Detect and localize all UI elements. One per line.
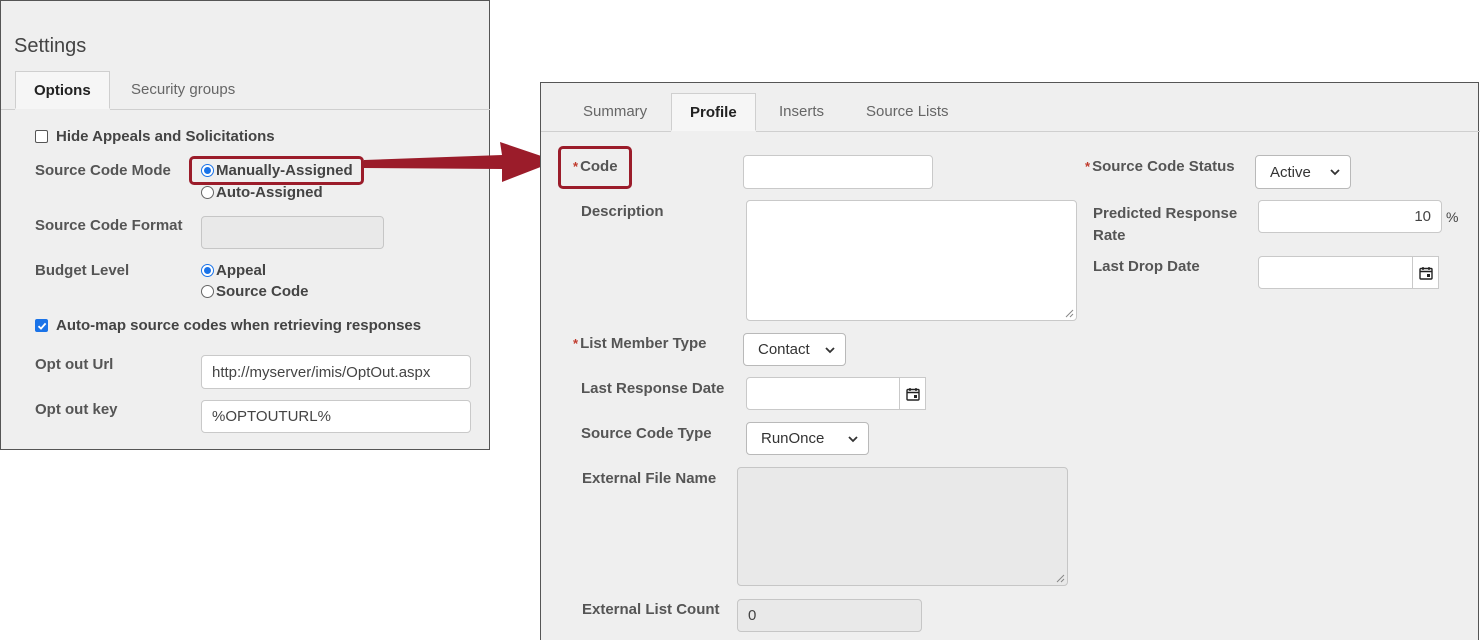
source-code-mode-label: Source Code Mode <box>35 162 171 179</box>
settings-title: Settings <box>14 35 87 57</box>
source-code-format-input[interactable] <box>201 216 384 249</box>
radio-appeal[interactable]: Appeal <box>201 262 266 279</box>
tab-inserts[interactable]: Inserts <box>761 93 842 131</box>
radio-auto-assigned-dot[interactable] <box>201 186 214 199</box>
radio-manually-assigned-label: Manually-Assigned <box>216 162 353 179</box>
radio-source-code-dot[interactable] <box>201 285 214 298</box>
resize-grip-icon[interactable] <box>1056 574 1065 583</box>
radio-source-code[interactable]: Source Code <box>201 283 309 300</box>
list-member-type-value: Contact <box>758 341 810 358</box>
radio-manually-assigned[interactable]: Manually-Assigned <box>201 162 353 179</box>
radio-appeal-label: Appeal <box>216 262 267 279</box>
arrow-icon <box>364 142 556 182</box>
last-drop-date-input[interactable] <box>1258 256 1439 289</box>
code-input[interactable] <box>743 155 933 189</box>
chevron-down-icon <box>825 346 835 353</box>
percent-symbol: % <box>1446 209 1459 225</box>
hide-appeals-label: Hide Appeals and Solicitations <box>56 128 275 145</box>
last-response-date-calendar-button[interactable] <box>899 378 925 409</box>
list-member-type-label: * List Member Type <box>573 335 707 352</box>
chevron-down-icon <box>848 435 858 442</box>
predicted-response-rate-label: Predicted Response Rate <box>1093 205 1238 244</box>
radio-auto-assigned-label: Auto-Assigned <box>216 184 323 201</box>
external-list-count-input[interactable]: 0 <box>737 599 922 632</box>
last-response-date-label: Last Response Date <box>581 380 725 397</box>
external-file-name-textarea[interactable] <box>737 467 1068 586</box>
tab-profile[interactable]: Profile <box>671 93 756 131</box>
opt-out-key-label: Opt out key <box>35 401 118 418</box>
hide-appeals-checkbox[interactable] <box>35 130 48 143</box>
source-code-type-value: RunOnce <box>761 430 825 447</box>
resize-grip-icon[interactable] <box>1065 309 1074 318</box>
budget-level-label: Budget Level <box>35 262 130 279</box>
external-list-count-label: External List Count <box>582 601 720 618</box>
source-code-status-select[interactable]: Active <box>1255 155 1351 189</box>
opt-out-url-label: Opt out Url <box>35 356 114 373</box>
list-member-type-select[interactable]: Contact <box>743 333 846 366</box>
required-marker: * <box>573 159 579 174</box>
automap-label: Auto-map source codes when retrieving re… <box>56 317 422 334</box>
tab-security-groups[interactable]: Security groups <box>113 71 253 109</box>
last-drop-date-calendar-button[interactable] <box>1412 257 1438 288</box>
description-textarea[interactable] <box>746 200 1077 321</box>
source-code-type-label: Source Code Type <box>581 425 712 442</box>
radio-manually-assigned-dot[interactable] <box>201 164 214 177</box>
settings-panel: Settings Options Security groups Hide Ap… <box>0 0 490 450</box>
hide-appeals-row[interactable]: Hide Appeals and Solicitations <box>35 128 275 145</box>
radio-source-code-label: Source Code <box>216 283 309 300</box>
external-file-name-label: External File Name <box>582 470 717 487</box>
source-code-type-select[interactable]: RunOnce <box>746 422 869 455</box>
chevron-down-icon <box>1330 169 1340 176</box>
predicted-response-rate-input[interactable]: 10 <box>1258 200 1442 233</box>
profile-panel: Summary Profile Inserts Source Lists * Co… <box>540 82 1480 640</box>
source-code-status-label: * Source Code Status <box>1085 158 1235 175</box>
opt-out-url-input[interactable]: http://myserver/imis/OptOut.aspx <box>201 355 471 389</box>
opt-out-key-input[interactable]: %OPTOUTURL% <box>201 400 471 433</box>
last-response-date-input[interactable] <box>746 377 926 410</box>
code-label: * Code <box>573 158 618 175</box>
source-code-status-value: Active <box>1270 163 1311 181</box>
calendar-icon <box>905 387 920 401</box>
description-label: Description <box>581 203 664 220</box>
check-icon <box>37 322 46 330</box>
automap-checkbox[interactable] <box>35 319 48 332</box>
tab-source-lists[interactable]: Source Lists <box>848 93 967 131</box>
last-drop-date-label: Last Drop Date <box>1093 258 1200 275</box>
automap-row[interactable]: Auto-map source codes when retrieving re… <box>35 317 421 334</box>
calendar-icon <box>1418 266 1433 280</box>
tab-summary[interactable]: Summary <box>565 93 665 131</box>
source-code-format-label: Source Code Format <box>35 217 183 234</box>
radio-auto-assigned[interactable]: Auto-Assigned <box>201 184 323 201</box>
radio-appeal-dot[interactable] <box>201 264 214 277</box>
tab-options[interactable]: Options <box>15 71 110 109</box>
